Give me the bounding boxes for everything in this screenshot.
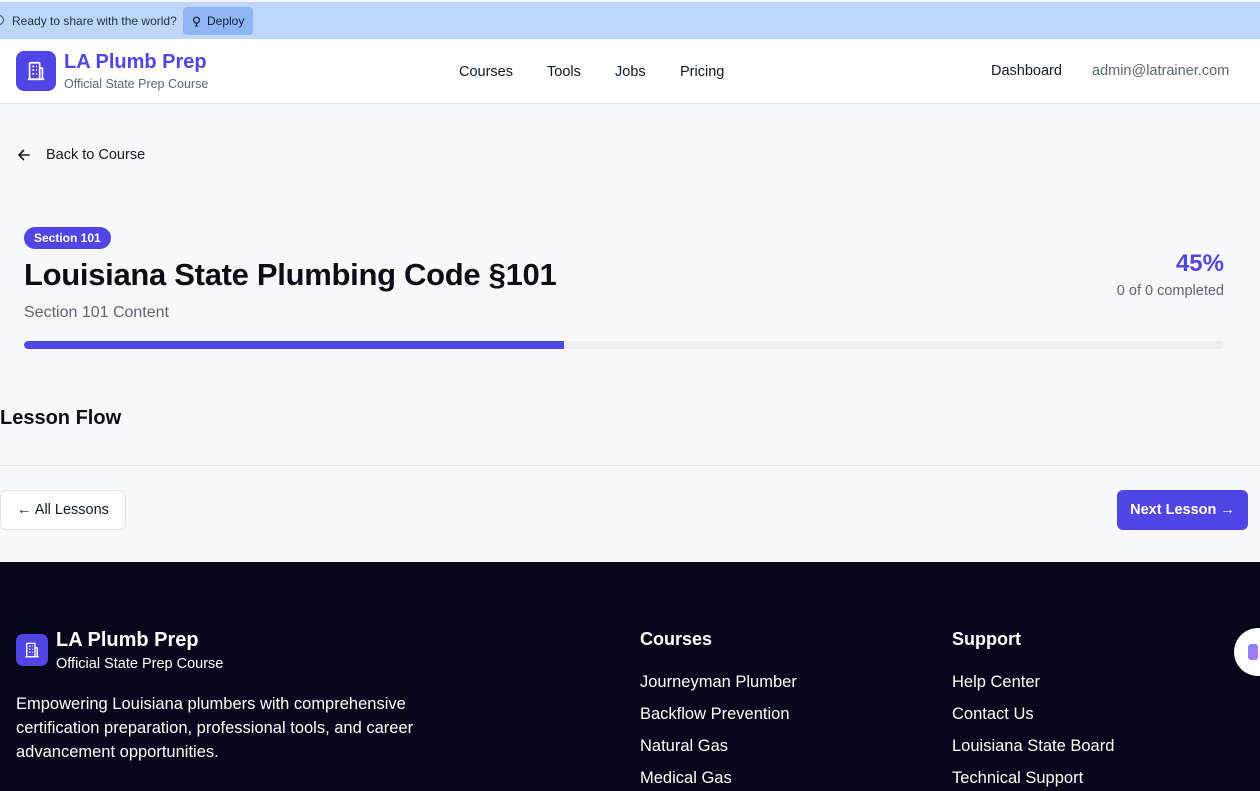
all-lessons-button[interactable]: ← All Lessons xyxy=(0,490,126,530)
arrow-left-icon xyxy=(18,149,30,161)
footer-brand-subtitle: Official State Prep Course xyxy=(56,656,224,672)
deploy-button[interactable]: Deploy xyxy=(183,7,254,35)
nav-courses[interactable]: Courses xyxy=(459,64,513,80)
footer-logo xyxy=(16,634,48,666)
footer-brand-title: LA Plumb Prep xyxy=(56,629,199,651)
footer-link-backflow[interactable]: Backflow Prevention xyxy=(640,705,790,724)
brand-title[interactable]: LA Plumb Prep xyxy=(64,51,207,74)
deploy-button-label: Deploy xyxy=(207,14,245,28)
footer-description: Empowering Louisiana plumbers with compr… xyxy=(16,695,414,761)
brand-subtitle: Official State Prep Course xyxy=(64,77,209,91)
deploy-message: Ready to share with the world? xyxy=(12,14,177,28)
next-lesson-button[interactable]: Next Lesson → xyxy=(1117,490,1248,530)
completed-count: 0 of 0 completed xyxy=(1116,283,1224,299)
page-title: Louisiana State Plumbing Code §101 xyxy=(24,257,557,292)
page-subtitle: Section 101 Content xyxy=(24,304,169,321)
footer-link-natural-gas[interactable]: Natural Gas xyxy=(640,737,728,756)
back-to-course-link[interactable]: Back to Course xyxy=(16,147,145,163)
footer-link-help-center[interactable]: Help Center xyxy=(952,673,1040,692)
footer-courses-heading: Courses xyxy=(640,629,713,649)
progress-percent: 45% xyxy=(1175,250,1224,277)
progress-bar xyxy=(24,341,1224,349)
footer-link-journeyman[interactable]: Journeyman Plumber xyxy=(640,673,797,692)
nav-jobs[interactable]: Jobs xyxy=(615,64,646,80)
section-badge: Section 101 xyxy=(24,227,111,249)
progress-bar-fill xyxy=(24,341,564,349)
building-icon xyxy=(25,642,39,658)
status-icon xyxy=(0,15,4,25)
deploy-banner: Ready to share with the world? Deploy xyxy=(0,2,1260,39)
nav-pricing[interactable]: Pricing xyxy=(680,64,724,80)
footer-link-tech-support[interactable]: Technical Support xyxy=(952,769,1083,788)
back-to-course-label: Back to Course xyxy=(46,147,146,163)
divider xyxy=(0,465,1260,466)
nav-tools[interactable]: Tools xyxy=(547,64,581,80)
chat-icon xyxy=(1248,644,1258,660)
lesson-flow-heading: Lesson Flow xyxy=(0,407,122,429)
brand-logo[interactable] xyxy=(16,51,56,91)
user-email[interactable]: admin@latrainer.com xyxy=(1092,63,1229,79)
footer-link-state-board[interactable]: Louisiana State Board xyxy=(952,737,1114,756)
site-header: LA Plumb Prep Official State Prep Course… xyxy=(0,39,1260,104)
deploy-icon xyxy=(192,16,201,27)
footer-link-medical-gas[interactable]: Medical Gas xyxy=(640,769,732,788)
footer-link-contact[interactable]: Contact Us xyxy=(952,705,1034,724)
building-icon xyxy=(27,61,45,81)
nav-dashboard[interactable]: Dashboard xyxy=(991,63,1062,79)
footer-support-heading: Support xyxy=(952,629,1021,649)
site-footer: LA Plumb Prep Official State Prep Course… xyxy=(0,562,1260,791)
